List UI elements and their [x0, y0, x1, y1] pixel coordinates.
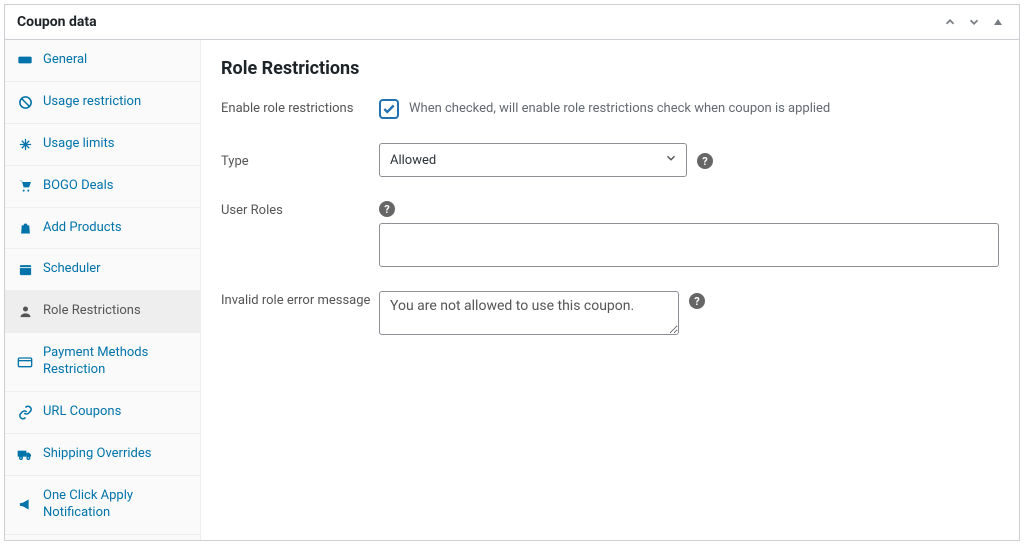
sidebar-item-usage-restriction[interactable]: Usage restriction [5, 82, 200, 124]
error-message-textarea[interactable] [379, 291, 679, 335]
error-message-help-icon[interactable]: ? [689, 293, 705, 309]
sidebar-item-shipping-overrides[interactable]: Shipping Overrides [5, 434, 200, 476]
field-enable-restrictions: Enable role restrictions When checked, w… [221, 99, 999, 119]
sidebar-item-label: Scheduler [43, 261, 101, 278]
field-type: Type Allowed ? [221, 143, 999, 177]
chevron-down-icon [664, 151, 678, 169]
field-user-roles: User Roles ? [221, 201, 999, 267]
user-roles-input[interactable] [379, 223, 999, 267]
sidebar-item-label: Usage limits [43, 136, 114, 153]
sidebar-item-label: Shipping Overrides [43, 446, 151, 463]
sidebar-item-scheduler[interactable]: Scheduler [5, 249, 200, 291]
cart-icon [17, 178, 33, 194]
sidebar-item-add-products[interactable]: Add Products [5, 208, 200, 250]
sidebar-item-bogo-deals[interactable]: BOGO Deals [5, 166, 200, 208]
adjust-icon [17, 136, 33, 152]
user-roles-label: User Roles [221, 201, 379, 218]
page-title: Role Restrictions [221, 58, 999, 79]
error-message-label: Invalid role error message [221, 291, 379, 308]
truck-icon [17, 446, 33, 462]
coupon-data-panel: Coupon data General Usage restrict [4, 4, 1020, 541]
type-select[interactable]: Allowed [379, 143, 687, 177]
user-icon [17, 304, 33, 320]
sidebar-item-label: General [43, 52, 87, 69]
sidebar-item-payment-methods[interactable]: Payment Methods Restriction [5, 333, 200, 392]
ticket-icon [17, 52, 33, 68]
bag-icon [17, 220, 33, 236]
sidebar-item-label: One Click Apply Notification [43, 488, 188, 522]
main-content: Role Restrictions Enable role restrictio… [201, 40, 1019, 540]
enable-label: Enable role restrictions [221, 99, 379, 116]
enable-checkbox[interactable] [379, 99, 399, 119]
panel-toggle-icon[interactable] [989, 13, 1007, 31]
panel-title: Coupon data [17, 14, 97, 30]
type-help-icon[interactable]: ? [697, 153, 713, 169]
panel-move-down-icon[interactable] [965, 13, 983, 31]
card-icon [17, 354, 33, 370]
sidebar-item-role-restrictions[interactable]: Role Restrictions [5, 291, 200, 333]
panel-body: General Usage restriction Usage limits B… [5, 40, 1019, 540]
ban-icon [17, 94, 33, 110]
user-roles-help-icon[interactable]: ? [379, 201, 395, 217]
enable-help-text: When checked, will enable role restricti… [409, 99, 830, 119]
sidebar-item-label: Usage restriction [43, 94, 141, 111]
sidebar-item-label: URL Coupons [43, 404, 121, 421]
panel-header: Coupon data [5, 5, 1019, 40]
sidebar-item-one-click-apply[interactable]: One Click Apply Notification [5, 476, 200, 535]
calendar-icon [17, 262, 33, 278]
sidebar-item-usage-limits[interactable]: Usage limits [5, 124, 200, 166]
sidebar-item-general[interactable]: General [5, 40, 200, 82]
sidebar: General Usage restriction Usage limits B… [5, 40, 201, 540]
field-error-message: Invalid role error message ? [221, 291, 999, 335]
type-select-value: Allowed [390, 153, 436, 168]
type-label: Type [221, 152, 379, 169]
sidebar-item-label: Add Products [43, 220, 122, 237]
link-icon [17, 404, 33, 420]
panel-move-up-icon[interactable] [941, 13, 959, 31]
sidebar-item-url-coupons[interactable]: URL Coupons [5, 392, 200, 434]
megaphone-icon [17, 497, 33, 513]
sidebar-item-label: Payment Methods Restriction [43, 345, 188, 379]
sidebar-item-label: BOGO Deals [43, 178, 113, 195]
sidebar-item-label: Role Restrictions [43, 303, 141, 320]
